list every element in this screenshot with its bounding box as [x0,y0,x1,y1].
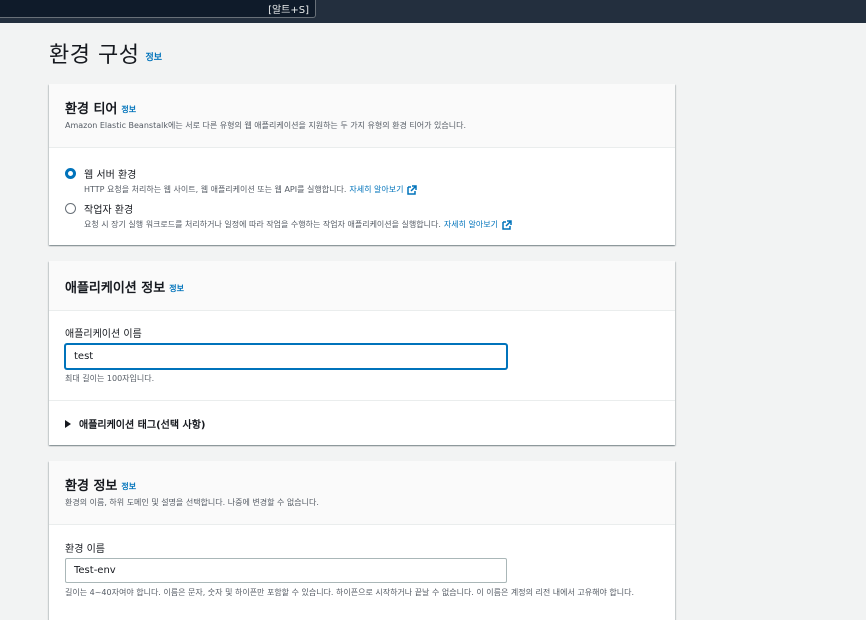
web-server-environment-label: 웹 서버 환경 [84,170,137,181]
application-info-title: 애플리케이션 정보 정보 [65,281,184,296]
external-link-icon [407,184,418,195]
application-name-label: 애플리케이션 이름 [65,329,142,340]
page-info-link[interactable]: 정보 [145,53,162,63]
environment-tier-info-link[interactable]: 정보 [121,105,136,114]
environment-info-description: 환경의 이름, 하위 도메인 및 설명을 선택합니다. 나중에 변경할 수 없습… [65,498,319,507]
environment-tier-header: 환경 티어 정보 Amazon Elastic Beanstalk에는 서로 다른… [49,84,675,148]
environment-info-panel: 환경 정보 정보 환경의 이름, 하위 도메인 및 설명을 선택합니다. 나중에 … [49,461,675,620]
application-tags-label: 애플리케이션 태그(선택 사항) [79,420,206,431]
application-info-link[interactable]: 정보 [169,284,184,293]
environment-tier-title: 환경 티어 정보 [65,102,137,117]
search-shortcut-hint: [알트+S] [268,5,309,16]
application-info-panel: 애플리케이션 정보 정보 애플리케이션 이름 test 최대 길이는 100자입니… [49,261,675,445]
web-server-learn-more-link[interactable]: 자세히 알아보기 [349,184,403,195]
worker-environment-label: 작업자 환경 [84,205,134,216]
application-name-hint: 최대 길이는 100자입니다. [65,374,155,383]
web-server-environment-description: HTTP 요청을 처리하는 웹 사이트, 웹 애플리케이션 또는 웹 API를 … [84,184,418,195]
global-search-input[interactable]: [알트+S] [0,0,316,18]
external-link-icon [502,219,512,230]
radio-button-unselected[interactable] [65,203,76,214]
radio-worker-environment[interactable]: 작업자 환경 요청 시 장기 실행 워크로드를 처리하거나 일정에 따라 작업을… [65,201,512,230]
environment-info-title: 환경 정보 정보 [65,479,137,494]
environment-tier-description: Amazon Elastic Beanstalk에는 서로 다른 유형의 웹 애… [65,121,466,130]
radio-button-selected[interactable] [65,168,76,179]
radio-web-server-environment[interactable]: 웹 서버 환경 HTTP 요청을 처리하는 웹 사이트, 웹 애플리케이션 또는… [65,166,418,195]
worker-learn-more-link[interactable]: 자세히 알아보기 [444,219,498,230]
worker-environment-description: 요청 시 장기 실행 워크로드를 처리하거나 일정에 따라 작업을 수행하는 작… [84,219,512,230]
environment-info-header: 환경 정보 정보 환경의 이름, 하위 도메인 및 설명을 선택합니다. 나중에 … [49,461,675,525]
section-divider [49,400,675,401]
environment-info-link[interactable]: 정보 [121,482,136,491]
environment-name-hint: 길이는 4~40자여야 합니다. 이름은 문자, 숫자 및 하이픈만 포함할 수… [65,588,635,597]
environment-name-label: 환경 이름 [65,544,105,555]
environment-tier-panel: 환경 티어 정보 Amazon Elastic Beanstalk에는 서로 다른… [49,84,675,245]
application-info-header: 애플리케이션 정보 정보 [49,261,675,311]
application-name-input[interactable]: test [65,344,507,369]
caret-right-icon [65,419,71,428]
application-tags-expander[interactable]: 애플리케이션 태그(선택 사항) [65,416,206,431]
environment-name-input[interactable]: Test-env [65,558,507,583]
top-navigation-bar: [알트+S] [0,0,866,23]
page-title: 환경 구성 정보 [49,37,162,69]
page-title-text: 환경 구성 [49,43,140,68]
